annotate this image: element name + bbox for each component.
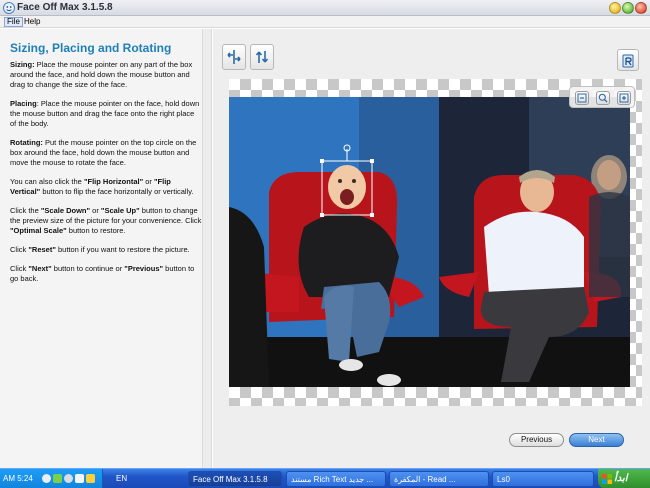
flip-horizontal-icon: [227, 50, 241, 64]
help-text: : Place the mouse pointer on the face, h…: [10, 99, 200, 128]
system-tray: AM 5:24: [0, 469, 103, 488]
help-term: "Previous": [124, 264, 164, 273]
close-button[interactable]: [635, 2, 647, 14]
help-text: button to flip the face horizontally or …: [40, 187, 194, 196]
tray-clock: AM 5:24: [3, 474, 33, 483]
help-term: Placing: [10, 99, 37, 108]
scale-down-button[interactable]: [575, 91, 589, 105]
tray-security-icon[interactable]: [86, 474, 95, 483]
windows-logo-icon: [602, 474, 612, 484]
help-term: "Scale Up": [100, 206, 140, 215]
help-paragraph-reset: Click "Reset" button if you want to rest…: [10, 245, 202, 255]
menu-file[interactable]: File: [4, 17, 23, 27]
help-paragraph-nav: Click "Next" button to continue or "Prev…: [10, 264, 202, 284]
help-text: You can also click the: [10, 177, 84, 186]
zoom-out-icon: [577, 93, 587, 103]
help-term: Rotating:: [10, 138, 43, 147]
help-title: Sizing, Placing and Rotating: [10, 41, 172, 55]
previous-button[interactable]: Previous: [509, 433, 564, 447]
title-bar: Face Off Max 3.1.5.8: [0, 0, 650, 16]
taskbar-item-reader[interactable]: المكفرة - Read ...: [389, 471, 489, 487]
volume-icon[interactable]: [64, 474, 73, 483]
reset-icon: [622, 54, 634, 68]
app-logo-icon: [3, 2, 15, 14]
help-paragraph-sizing: Sizing: Place the mouse pointer on any p…: [10, 60, 202, 90]
help-text: or: [143, 177, 154, 186]
menu-help[interactable]: Help: [24, 17, 40, 26]
photo-image: [229, 97, 630, 387]
taskbar-item-richtext[interactable]: مستند Rich Text جديد ...: [286, 471, 386, 487]
taskbar: AM 5:24 EN Face Off Max 3.1.5.8 مستند Ri…: [0, 468, 650, 488]
help-term: Sizing:: [10, 60, 35, 69]
help-term: "Scale Down": [40, 206, 91, 215]
help-paragraph-placing: Placing: Place the mouse pointer on the …: [10, 99, 202, 129]
next-button[interactable]: Next: [569, 433, 624, 447]
help-text: button if you want to restore the pictur…: [55, 245, 190, 254]
start-label: ابدأ: [614, 473, 628, 484]
maximize-button[interactable]: [622, 2, 634, 14]
menu-bar: File Help: [0, 16, 650, 28]
zoom-in-icon: [619, 93, 629, 103]
start-button[interactable]: ابدأ: [598, 469, 650, 488]
help-text: Click the: [10, 206, 41, 215]
help-scrollbar[interactable]: [202, 29, 211, 468]
flip-vertical-button[interactable]: [250, 44, 274, 70]
help-text: Click: [10, 264, 29, 273]
scale-up-button[interactable]: [617, 91, 631, 105]
help-text: or: [90, 206, 101, 215]
help-body: Sizing: Place the mouse pointer on any p…: [10, 60, 202, 293]
help-paragraph-scale: Click the "Scale Down" or "Scale Up" but…: [10, 206, 202, 236]
reset-button[interactable]: [617, 49, 639, 71]
help-text: Click: [10, 245, 29, 254]
help-text: button to restore.: [66, 226, 126, 235]
help-term: "Optimal Scale": [10, 226, 67, 235]
zoom-fit-icon: [598, 93, 608, 103]
help-text: button to continue or: [51, 264, 125, 273]
window-title: Face Off Max 3.1.5.8: [17, 2, 113, 13]
help-term: "Next": [28, 264, 52, 273]
optimal-scale-button[interactable]: [596, 91, 610, 105]
minimize-button[interactable]: [609, 2, 621, 14]
help-paragraph-rotating: Rotating: Put the mouse pointer on the t…: [10, 138, 202, 168]
photo-canvas[interactable]: [229, 97, 630, 387]
help-text: Place the mouse pointer on any part of t…: [10, 60, 193, 89]
zoom-controls: [569, 86, 635, 108]
language-indicator[interactable]: EN: [116, 474, 127, 483]
flip-horizontal-button[interactable]: [222, 44, 246, 70]
network-icon[interactable]: [42, 474, 51, 483]
help-term: "Flip Horizontal": [83, 177, 144, 186]
help-pane: Sizing, Placing and Rotating Sizing: Pla…: [0, 29, 212, 468]
help-paragraph-flip: You can also click the "Flip Horizontal"…: [10, 177, 202, 197]
tray-update-icon[interactable]: [75, 474, 84, 483]
tray-app-icon[interactable]: [53, 474, 62, 483]
taskbar-item-faceoff[interactable]: Face Off Max 3.1.5.8: [188, 471, 282, 487]
help-term: "Reset": [28, 245, 56, 254]
taskbar-item-folder[interactable]: Ls0: [492, 471, 594, 487]
flip-vertical-icon: [255, 51, 269, 63]
